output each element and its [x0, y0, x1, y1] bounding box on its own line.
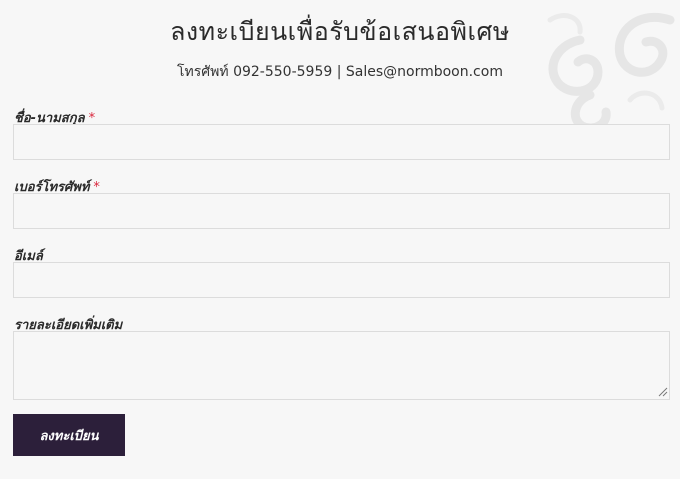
phone-input[interactable] — [13, 193, 670, 229]
name-input[interactable] — [13, 124, 670, 160]
email-input[interactable] — [13, 262, 670, 298]
registration-page: ลงทะเบียนเพื่อรับข้อเสนอพิเศษ โทรศัพท์ 0… — [0, 0, 680, 479]
register-button[interactable]: ลงทะเบียน — [13, 414, 125, 456]
page-title: ลงทะเบียนเพื่อรับข้อเสนอพิเศษ — [170, 17, 510, 46]
contact-info: โทรศัพท์ 092-550-5959 | Sales@normboon.c… — [177, 64, 503, 80]
details-textarea[interactable] — [13, 331, 670, 400]
